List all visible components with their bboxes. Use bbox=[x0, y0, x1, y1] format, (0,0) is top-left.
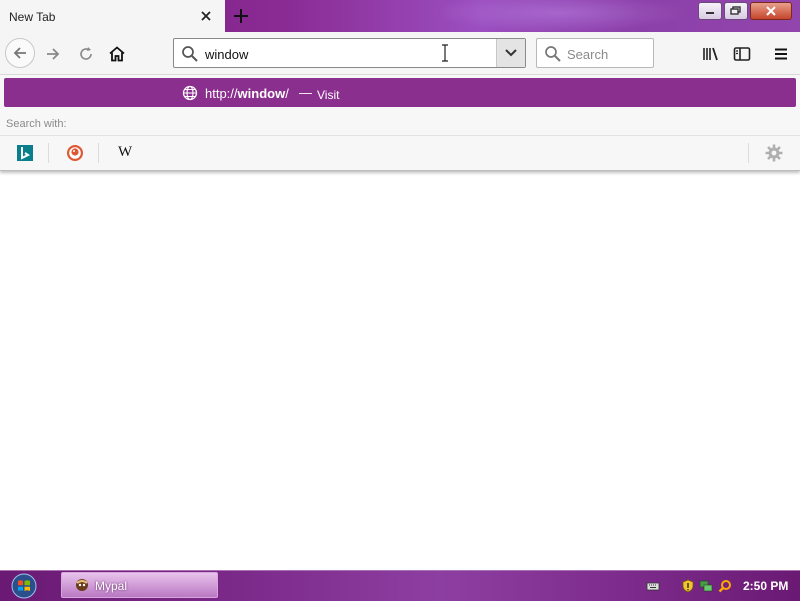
tab-new-tab[interactable]: New Tab bbox=[0, 0, 225, 32]
url-bar[interactable] bbox=[173, 38, 526, 68]
start-button[interactable] bbox=[9, 572, 41, 600]
result-url-suffix: / bbox=[285, 86, 289, 101]
network-icon[interactable] bbox=[699, 579, 713, 593]
search-with-label: Search with: bbox=[6, 118, 67, 130]
engine-divider bbox=[48, 143, 49, 163]
library-button[interactable] bbox=[698, 41, 724, 67]
mypal-app-icon bbox=[74, 577, 90, 596]
new-tab-button[interactable] bbox=[229, 5, 253, 27]
taskbar-item-mypal[interactable]: Mypal bbox=[61, 572, 218, 598]
close-icon[interactable] bbox=[197, 7, 215, 25]
engine-divider bbox=[98, 143, 99, 163]
globe-icon bbox=[182, 85, 198, 104]
clock: 2:50 PM bbox=[743, 579, 789, 593]
url-history-dropdown-button[interactable] bbox=[496, 39, 525, 67]
gear-icon[interactable] bbox=[764, 143, 786, 165]
wikipedia-glyph: W bbox=[118, 144, 133, 160]
keyboard-icon[interactable] bbox=[646, 579, 660, 593]
title-bar: New Tab bbox=[0, 0, 800, 32]
text-cursor-icon bbox=[440, 43, 450, 66]
minimize-button[interactable] bbox=[698, 2, 722, 20]
search-box[interactable] bbox=[536, 38, 654, 68]
reload-button[interactable] bbox=[73, 41, 99, 67]
result-separator: — bbox=[299, 85, 312, 100]
search-icon bbox=[181, 45, 199, 66]
result-url-prefix: http:// bbox=[205, 86, 238, 101]
engine-divider bbox=[748, 143, 749, 163]
home-button[interactable] bbox=[104, 41, 130, 67]
forward-button[interactable] bbox=[40, 41, 66, 67]
restore-button[interactable] bbox=[724, 2, 748, 20]
one-off-search-engines: W bbox=[0, 135, 800, 170]
url-input[interactable] bbox=[205, 46, 455, 62]
result-url: http://window/ bbox=[205, 86, 289, 101]
tab-title: New Tab bbox=[9, 10, 56, 24]
menu-button[interactable] bbox=[768, 41, 794, 67]
window-close-button[interactable] bbox=[750, 2, 792, 20]
search-icon[interactable] bbox=[718, 579, 732, 593]
result-action-label: Visit bbox=[317, 88, 340, 102]
back-button[interactable] bbox=[5, 38, 35, 68]
bing-icon[interactable] bbox=[15, 143, 37, 163]
window-controls bbox=[698, 2, 792, 22]
url-autocomplete-popup: http://window/ — Visit Search with: W bbox=[0, 75, 800, 171]
result-url-match: window bbox=[237, 86, 286, 101]
navigation-toolbar bbox=[0, 32, 800, 75]
autocomplete-result-visit[interactable]: http://window/ — Visit bbox=[4, 78, 796, 107]
wikipedia-icon[interactable]: W bbox=[116, 143, 138, 163]
search-icon bbox=[544, 45, 562, 66]
sidebar-button[interactable] bbox=[729, 41, 755, 67]
taskbar-item-label: Mypal bbox=[95, 579, 128, 593]
shield-icon[interactable] bbox=[681, 579, 695, 593]
duckduckgo-icon[interactable] bbox=[65, 143, 87, 163]
taskbar: Mypal 2:50 PM bbox=[0, 570, 800, 601]
search-input[interactable] bbox=[567, 46, 647, 62]
